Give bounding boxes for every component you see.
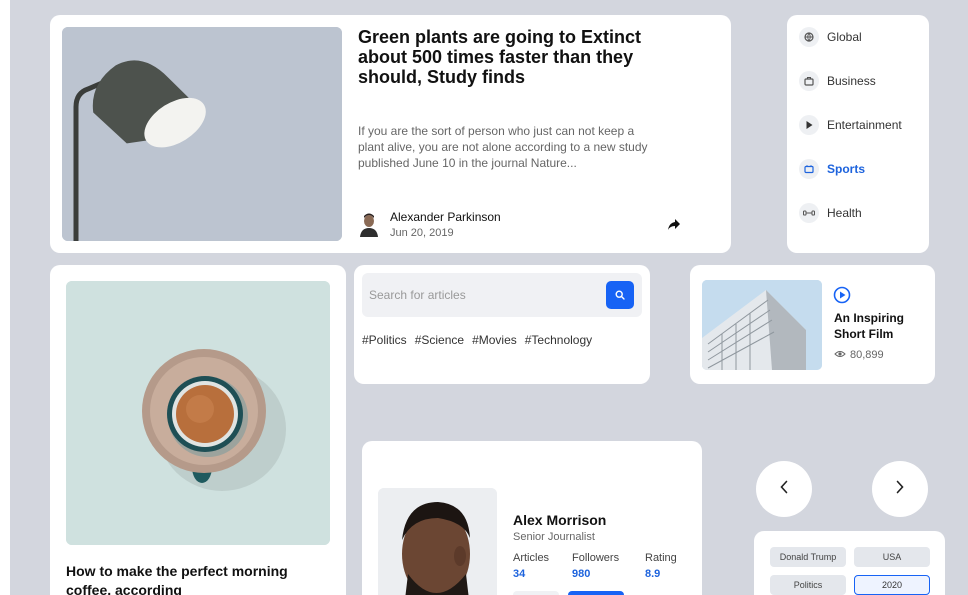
search-bar [362,273,642,317]
category-entertainment[interactable]: Entertainment [799,114,902,136]
chevron-left-icon [779,480,789,499]
video-views: 80,899 [834,349,884,361]
stat-label: Rating [645,552,677,564]
category-menu: Global Business Entertainment Sports Hea… [787,15,929,253]
featured-article-card[interactable]: Green plants are going to Extinct about … [50,15,731,253]
dumbbell-icon [799,203,819,223]
play-circle-icon[interactable] [833,286,851,304]
tag-technology[interactable]: #Technology [525,333,592,347]
chip-2020[interactable]: 2020 [854,575,930,595]
author-avatar [358,211,380,237]
video-title[interactable]: An Inspiring Short Film [834,310,924,342]
follow-button[interactable] [568,591,624,595]
briefcase-icon [799,71,819,91]
stat-value: 980 [572,568,591,580]
stat-followers: Followers 980 [572,552,619,580]
tag-science[interactable]: #Science [415,333,464,347]
search-icon [615,288,625,303]
building-image [702,280,822,370]
tag-politics[interactable]: #Politics [362,333,407,347]
share-icon[interactable] [667,217,681,231]
article-title[interactable]: Green plants are going to Extinct about … [358,27,658,87]
chip-donald-trump[interactable]: Donald Trump [770,547,846,567]
video-card[interactable]: An Inspiring Short Film 80,899 [690,265,935,384]
stat-label: Followers [572,552,620,564]
category-label: Global [827,30,862,44]
next-button[interactable] [872,461,928,517]
globe-icon [799,27,819,47]
chevron-right-icon [895,480,905,499]
secondary-action-button[interactable] [513,591,559,595]
lamp-image [62,27,342,241]
page-canvas: Green plants are going to Extinct about … [10,0,968,595]
tag-movies[interactable]: #Movies [472,333,517,347]
chip-usa[interactable]: USA [854,547,930,567]
journalist-name: Alex Morrison [513,512,607,528]
topic-chips-card: Donald Trump USA Politics 2020 [754,531,945,595]
category-label: Entertainment [827,118,902,132]
search-input[interactable] [369,285,589,305]
play-icon [799,115,819,135]
author-name[interactable]: Alexander Parkinson [390,210,501,224]
category-label: Sports [827,162,866,176]
category-business[interactable]: Business [799,70,876,92]
article-date: Jun 20, 2019 [390,227,454,239]
category-label: Health [827,206,862,220]
search-card: #Politics #Science #Movies #Technology [354,265,650,384]
journalist-role: Senior Journalist [513,531,595,543]
category-health[interactable]: Health [799,202,862,224]
article-excerpt: If you are the sort of person who just c… [358,124,648,170]
eye-icon [834,349,846,361]
chip-politics[interactable]: Politics [770,575,846,595]
previous-button[interactable] [756,461,812,517]
category-label: Business [827,74,876,88]
search-button[interactable] [606,281,634,309]
stat-label: Articles [513,552,550,564]
coffee-article-card[interactable]: How to make the perfect morning coffee, … [50,265,346,595]
category-sports[interactable]: Sports [799,158,865,180]
stat-rating: Rating 8.9 [645,552,677,580]
stat-articles: Articles 34 [513,552,549,580]
journalist-profile-card: Alex Morrison Senior Journalist Articles… [362,441,702,595]
coffee-image [66,281,330,545]
stat-value: 8.9 [645,568,661,580]
ticket-icon [799,159,819,179]
journalist-photo [378,488,497,595]
coffee-article-title[interactable]: How to make the perfect morning coffee, … [66,562,296,595]
stat-value: 34 [513,568,526,580]
tag-list: #Politics #Science #Movies #Technology [362,333,592,347]
view-count: 80,899 [850,349,884,361]
category-global[interactable]: Global [799,26,862,48]
